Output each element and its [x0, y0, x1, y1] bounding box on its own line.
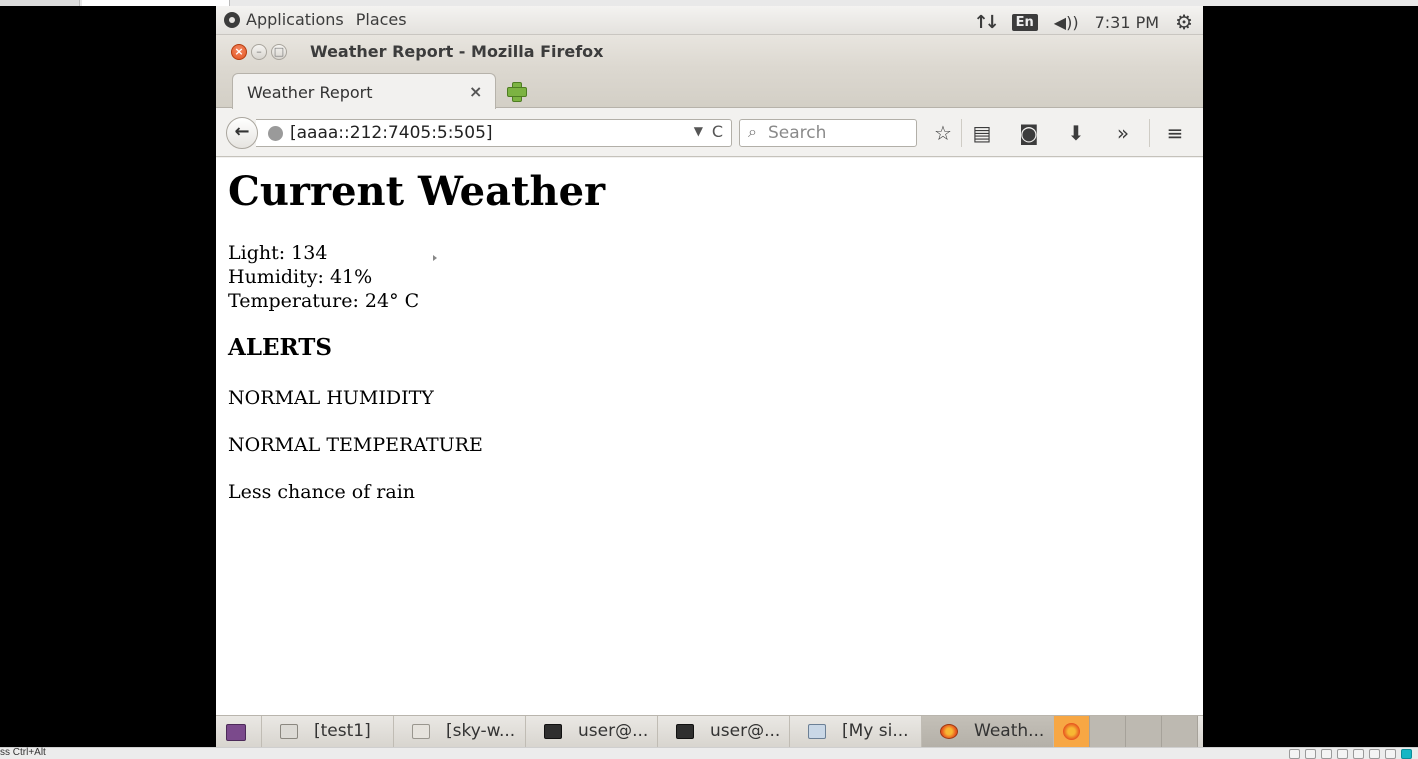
taskbar-item-network[interactable]: [My si... [790, 716, 922, 747]
host-device-icon[interactable] [1369, 749, 1380, 759]
tab-strip: Weather Report × [216, 68, 1203, 109]
alert-item: NORMAL TEMPERATURE [228, 434, 483, 456]
workspace-1[interactable] [1054, 716, 1090, 747]
history-dropdown-icon[interactable]: ▼ [694, 124, 703, 138]
toolbar-separator [961, 119, 962, 147]
workspace-2[interactable] [1090, 716, 1126, 747]
navigation-toolbar: [aaaa::212:7405:5:505] ▼ C ← ⌕ ☆ ▤ ◙ ⬇ »… [216, 109, 1203, 157]
tab-label: Weather Report [247, 83, 373, 102]
bottom-taskbar: [test1] [sky-w... user@... user@... [My … [216, 715, 1203, 747]
taskbar-item-label: [sky-w... [446, 721, 516, 741]
taskbar-item-terminal-2[interactable]: user@... [658, 716, 790, 747]
host-device-icon[interactable] [1321, 749, 1332, 759]
show-desktop-icon[interactable] [216, 716, 262, 747]
taskbar-item-label: Weath... [974, 721, 1045, 741]
back-button[interactable]: ← [226, 117, 258, 149]
ubuntu-logo-icon [224, 11, 240, 28]
host-device-icon[interactable] [1353, 749, 1364, 759]
alert-item: Less chance of rain [228, 481, 416, 503]
hamburger-menu-icon[interactable]: ≡ [1162, 121, 1188, 145]
host-device-icon[interactable] [1289, 749, 1300, 759]
search-icon: ⌕ [748, 122, 757, 141]
host-toolbar-segment [0, 0, 80, 6]
taskbar-item-label: user@... [710, 721, 781, 741]
clock[interactable]: 7:31 PM [1095, 13, 1159, 32]
new-tab-plus-icon[interactable] [505, 80, 527, 102]
url-bar[interactable]: [aaaa::212:7405:5:505] ▼ C [256, 119, 732, 147]
humidity-reading: Humidity: 41% [228, 266, 373, 288]
taskbar-item-label: [My si... [842, 721, 909, 741]
pocket-icon[interactable]: ◙ [1016, 121, 1042, 145]
search-input[interactable] [768, 123, 908, 143]
text-editor-icon [412, 724, 430, 739]
temperature-reading: Temperature: 24° C [228, 290, 420, 312]
page-title: Current Weather [228, 168, 606, 215]
taskbar-item-text-editor[interactable]: [sky-w... [394, 716, 526, 747]
alerts-heading: ALERTS [228, 334, 332, 361]
top-panel: Applications Places ↑↓ En ◀)) 7:31 PM ⚙ [216, 6, 1203, 35]
search-bar[interactable]: ⌕ [739, 119, 917, 147]
host-tray [1289, 749, 1412, 759]
host-key-hint: ss Ctrl+Alt [0, 747, 46, 758]
window-close-button[interactable]: × [231, 44, 247, 60]
window-title: Weather Report - Mozilla Firefox [310, 42, 604, 61]
taskbar-item-file-manager[interactable]: [test1] [262, 716, 394, 747]
places-menu[interactable]: Places [356, 10, 407, 29]
bookmarks-list-icon[interactable]: ▤ [969, 121, 995, 145]
taskbar-item-terminal-1[interactable]: user@... [526, 716, 658, 747]
tab-close-icon[interactable]: × [469, 82, 482, 101]
host-status-bar: ss Ctrl+Alt [0, 747, 1418, 759]
file-manager-icon [280, 724, 298, 739]
globe-icon [268, 126, 283, 141]
window-minimize-button[interactable]: – [251, 44, 267, 60]
bookmark-star-icon[interactable]: ☆ [930, 121, 956, 145]
page-content: Current Weather Light: 134 Humidity: 41%… [216, 158, 1203, 715]
workspace-4[interactable] [1162, 716, 1198, 747]
window-titlebar[interactable]: × – □ Weather Report - Mozilla Firefox [216, 35, 1203, 68]
terminal-icon [544, 724, 562, 739]
terminal-icon [676, 724, 694, 739]
downloads-icon[interactable]: ⬇ [1063, 121, 1089, 145]
light-reading: Light: 134 [228, 242, 328, 264]
keyboard-layout-indicator[interactable]: En [1011, 13, 1038, 31]
network-icon[interactable]: ↑↓ [973, 12, 999, 33]
settings-gear-icon[interactable]: ⚙ [1175, 10, 1193, 34]
url-text[interactable]: [aaaa::212:7405:5:505] [290, 123, 493, 143]
tab-weather-report[interactable]: Weather Report × [232, 73, 496, 109]
toolbar-separator [1149, 119, 1150, 147]
host-device-icon[interactable] [1337, 749, 1348, 759]
mouse-cursor-icon [433, 255, 437, 261]
host-keyboard-capture-icon[interactable] [1401, 749, 1412, 759]
volume-icon[interactable]: ◀)) [1054, 13, 1079, 32]
overflow-chevron-icon[interactable]: » [1110, 121, 1136, 145]
alert-item: NORMAL HUMIDITY [228, 387, 434, 409]
window-maximize-button[interactable]: □ [271, 44, 287, 60]
taskbar-item-label: [test1] [314, 721, 371, 741]
host-toolbar-segment [82, 0, 230, 6]
taskbar-item-label: user@... [578, 721, 649, 741]
host-device-icon[interactable] [1385, 749, 1396, 759]
host-device-icon[interactable] [1305, 749, 1316, 759]
firefox-icon [940, 724, 958, 739]
applications-menu[interactable]: Applications [246, 10, 344, 29]
network-icon [808, 724, 826, 739]
reload-icon[interactable]: C [712, 122, 723, 141]
taskbar-item-firefox[interactable]: Weath... [922, 716, 1054, 747]
workspace-3[interactable] [1126, 716, 1162, 747]
guest-desktop: Applications Places ↑↓ En ◀)) 7:31 PM ⚙ … [216, 6, 1203, 747]
